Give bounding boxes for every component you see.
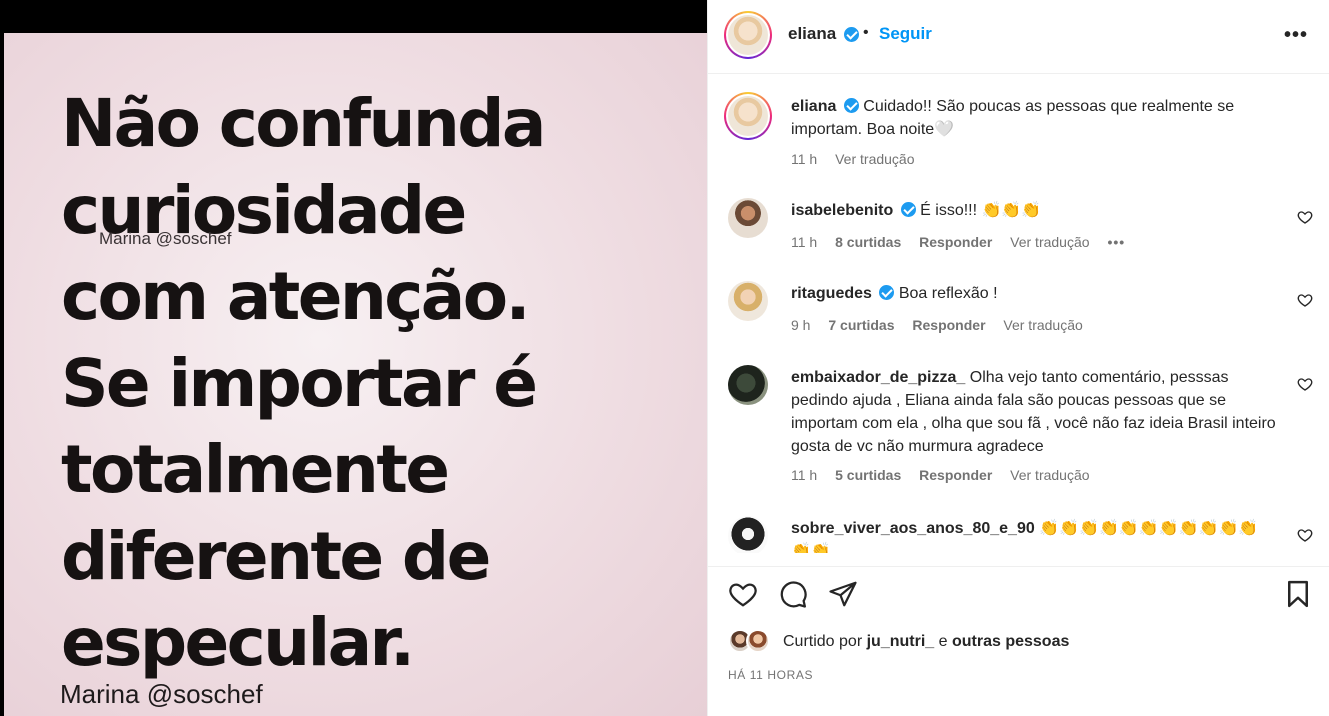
verified-badge-icon xyxy=(844,27,859,42)
likes-prefix: Curtido por xyxy=(783,633,863,650)
watermark-bottom: Marina @soschef xyxy=(60,679,263,709)
more-options-icon[interactable]: ••• xyxy=(1284,24,1308,47)
comment-meta: 11 h 8 curtidas Responder Ver tradução •… xyxy=(791,234,1139,250)
likers-avatars[interactable] xyxy=(728,629,778,655)
verified-badge-icon xyxy=(843,98,859,113)
comment-time[interactable]: 9 h xyxy=(791,317,810,333)
comment-meta: 9 h 7 curtidas Responder Ver tradução xyxy=(791,317,1097,333)
post-side-panel: eliana • Seguir ••• eliana Cuidado!! São… xyxy=(707,0,1329,716)
watermark-top: Marina @soschef xyxy=(99,229,232,248)
post-quote-text: Não confunda curiosidade com atenção. Se… xyxy=(61,85,546,681)
likes-summary: Curtido por ju_nutri_ e outras pessoas xyxy=(783,633,1069,651)
separator-dot: • xyxy=(863,24,869,41)
comment-more-icon[interactable]: ••• xyxy=(1107,234,1125,250)
follow-button[interactable]: Seguir xyxy=(879,24,932,44)
liker-username[interactable]: ju_nutri_ xyxy=(867,633,935,650)
caption-username[interactable]: eliana xyxy=(791,98,836,115)
caption-avatar-image xyxy=(728,96,768,136)
post-action-bar xyxy=(708,566,1329,616)
commenter-avatar[interactable] xyxy=(728,516,768,553)
reply-button[interactable]: Responder xyxy=(919,467,992,483)
comments-list[interactable]: eliana Cuidado!! São poucas as pessoas q… xyxy=(708,75,1329,553)
verified-badge-icon xyxy=(900,202,916,217)
translate-link[interactable]: Ver tradução xyxy=(1010,234,1089,250)
comment-text: É isso!!! 👏👏👏 xyxy=(920,202,1042,219)
heart-icon[interactable] xyxy=(728,579,758,609)
comment-like-heart-icon[interactable] xyxy=(1297,527,1313,543)
bookmark-icon[interactable] xyxy=(1283,579,1313,609)
caption-meta: 11 h Ver tradução xyxy=(791,151,929,167)
comment-username[interactable]: sobre_viver_aos_anos_80_e_90 xyxy=(791,520,1035,537)
caption-avatar[interactable] xyxy=(724,92,772,140)
translate-link[interactable]: Ver tradução xyxy=(835,151,914,167)
commenter-avatar[interactable] xyxy=(728,365,768,405)
post-header: eliana • Seguir ••• xyxy=(708,0,1329,74)
comment-body: isabelebenito É isso!!! 👏👏👏 xyxy=(791,199,1281,222)
comment-likes-count[interactable]: 8 curtidas xyxy=(835,234,901,250)
comment-like-heart-icon[interactable] xyxy=(1297,376,1313,392)
comment-body: sobre_viver_aos_anos_80_e_90 👏👏👏👏👏👏👏👏👏👏👏… xyxy=(791,517,1271,553)
share-icon[interactable] xyxy=(828,579,858,609)
comment-time[interactable]: 11 h xyxy=(791,234,817,250)
comment-body: ritaguedes Boa reflexão ! xyxy=(791,282,1281,305)
comment-likes-count[interactable]: 5 curtidas xyxy=(835,467,901,483)
comment-time[interactable]: 11 h xyxy=(791,467,817,483)
comment-username[interactable]: embaixador_de_pizza_ xyxy=(791,369,965,386)
commenter-avatar[interactable] xyxy=(728,281,768,321)
verified-badge-icon xyxy=(879,285,895,300)
comment-meta: 11 h 5 curtidas Responder Ver tradução xyxy=(791,467,1104,483)
likes-others-link[interactable]: outras pessoas xyxy=(952,633,1069,650)
post-media[interactable]: Não confunda curiosidade com atenção. Se… xyxy=(0,0,707,716)
comment-username[interactable]: ritaguedes xyxy=(791,285,872,302)
post-image[interactable]: Não confunda curiosidade com atenção. Se… xyxy=(4,33,707,716)
liker-avatar xyxy=(746,629,770,653)
author-avatar[interactable] xyxy=(724,11,772,59)
comment-icon[interactable] xyxy=(778,579,808,609)
caption-body: eliana Cuidado!! São poucas as pessoas q… xyxy=(791,95,1291,141)
translate-link[interactable]: Ver tradução xyxy=(1003,317,1082,333)
commenter-avatar[interactable] xyxy=(728,198,768,238)
comment-likes-count[interactable]: 7 curtidas xyxy=(828,317,894,333)
caption-time[interactable]: 11 h xyxy=(791,151,817,167)
comment-username[interactable]: isabelebenito xyxy=(791,202,893,219)
translate-link[interactable]: Ver tradução xyxy=(1010,467,1089,483)
comment-body: embaixador_de_pizza_ Olha vejo tanto com… xyxy=(791,366,1281,458)
post-timestamp[interactable]: HÁ 11 HORAS xyxy=(728,668,813,682)
comment-text: Boa reflexão ! xyxy=(898,285,998,302)
reply-button[interactable]: Responder xyxy=(912,317,985,333)
author-avatar-image xyxy=(728,15,768,55)
author-username[interactable]: eliana xyxy=(788,24,836,44)
reply-button[interactable]: Responder xyxy=(919,234,992,250)
likes-conjunction: e xyxy=(938,633,948,650)
comment-like-heart-icon[interactable] xyxy=(1297,209,1313,225)
comment-like-heart-icon[interactable] xyxy=(1297,292,1313,308)
